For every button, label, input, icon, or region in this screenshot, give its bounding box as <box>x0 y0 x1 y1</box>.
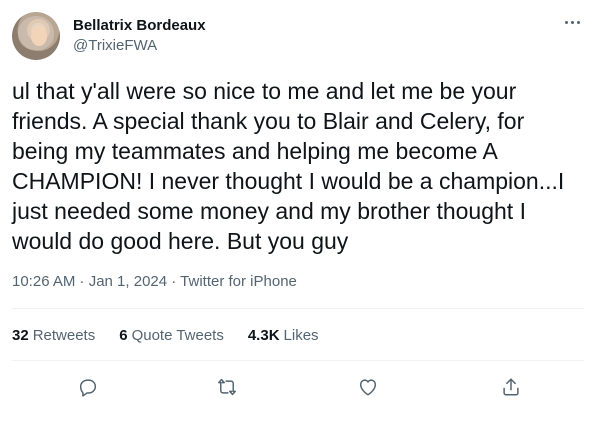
retweets-count: 32 <box>12 327 29 344</box>
likes-count: 4.3K <box>247 327 280 344</box>
tweet-timestamp[interactable]: 10:26 AM · Jan 1, 2024 · Twitter for iPh… <box>12 272 297 292</box>
retweets-stat[interactable]: 32 Retweets <box>12 326 95 346</box>
divider <box>12 360 584 361</box>
display-name[interactable]: Bellatrix Bordeaux <box>73 16 206 36</box>
quote-tweets-label: Quote Tweets <box>131 327 224 344</box>
tweet-header: Bellatrix Bordeaux @TrixieFWA <box>12 10 584 62</box>
likes-label: Likes <box>283 327 319 344</box>
avatar-face <box>31 26 47 46</box>
retweets-label: Retweets <box>32 327 96 344</box>
quote-tweets-count: 6 <box>119 327 128 344</box>
heart-icon[interactable] <box>354 373 382 401</box>
share-icon[interactable] <box>497 373 525 401</box>
tweet-actions <box>12 373 584 401</box>
quote-tweets-stat[interactable]: 6 Quote Tweets <box>119 326 224 346</box>
likes-stat[interactable]: 4.3K Likes <box>248 326 319 346</box>
avatar[interactable] <box>12 12 60 60</box>
tweet-text: ul that y'all were so nice to me and let… <box>12 78 565 254</box>
more-options-icon[interactable] <box>560 12 584 32</box>
divider <box>12 308 584 309</box>
tweet-stats: 32 Retweets 6 Quote Tweets 4.3K Likes <box>12 326 319 346</box>
retweet-icon[interactable] <box>213 373 241 401</box>
user-handle[interactable]: @TrixieFWA <box>73 36 157 56</box>
reply-icon[interactable] <box>74 373 102 401</box>
